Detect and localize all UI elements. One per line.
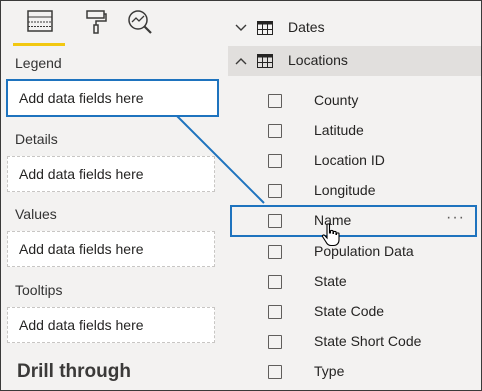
field-label: County [314, 92, 359, 108]
table-locations[interactable]: Locations [228, 46, 481, 76]
field-row-state-code[interactable]: State Code [228, 297, 481, 327]
field-checkbox[interactable] [268, 184, 282, 198]
drill-through-heading: Drill through [17, 361, 131, 382]
visualizations-pane: Legend Add data fields here Details Add … [1, 1, 228, 390]
field-label: Latitude [314, 122, 364, 138]
table-name: Locations [288, 52, 348, 68]
legend-label: Legend [15, 55, 62, 71]
field-row-name[interactable]: Name ··· [230, 205, 477, 237]
field-checkbox[interactable] [268, 214, 282, 228]
field-row-latitude[interactable]: Latitude [228, 116, 481, 146]
legend-well[interactable]: Add data fields here [6, 79, 219, 117]
table-name: Dates [288, 19, 325, 35]
field-checkbox[interactable] [268, 94, 282, 108]
tooltips-label: Tooltips [15, 282, 63, 298]
field-label: State Code [314, 303, 385, 319]
field-checkbox[interactable] [268, 245, 282, 259]
details-label: Details [15, 131, 58, 147]
table-dates[interactable]: Dates [228, 13, 481, 43]
field-checkbox[interactable] [268, 335, 282, 349]
field-checkbox[interactable] [268, 365, 282, 379]
fields-table-icon[interactable] [25, 7, 55, 37]
fields-list: Dates Locations County Latitude Location… [228, 1, 481, 390]
details-well[interactable]: Add data fields here [7, 156, 215, 192]
field-row-population-data[interactable]: Population Data [228, 237, 481, 267]
field-checkbox[interactable] [268, 305, 282, 319]
field-checkbox[interactable] [268, 275, 282, 289]
field-row-location-id[interactable]: Location ID [228, 146, 481, 176]
field-checkbox[interactable] [268, 154, 282, 168]
format-paintroller-icon[interactable] [81, 7, 111, 37]
values-label: Values [15, 206, 57, 222]
analytics-magnifier-icon[interactable] [125, 7, 155, 37]
field-label: Type [314, 363, 345, 379]
field-label: State [314, 273, 347, 289]
active-tab-indicator [13, 43, 65, 46]
values-well[interactable]: Add data fields here [7, 231, 215, 267]
field-label: State Short Code [314, 333, 422, 349]
field-row-county[interactable]: County [228, 86, 481, 116]
field-row-type[interactable]: Type [228, 357, 481, 387]
fields-pane-screenshot: Legend Add data fields here Details Add … [0, 0, 482, 391]
field-label: Location ID [314, 152, 385, 168]
table-icon [257, 21, 273, 35]
field-label: Longitude [314, 182, 376, 198]
field-checkbox[interactable] [268, 124, 282, 138]
more-options-icon[interactable]: ··· [446, 209, 465, 227]
chevron-down-icon[interactable] [234, 21, 248, 35]
field-row-longitude[interactable]: Longitude [228, 176, 481, 206]
viz-tab-bar [13, 7, 223, 47]
hand-cursor-icon [321, 223, 340, 247]
chevron-up-icon[interactable] [234, 54, 248, 68]
field-row-state[interactable]: State [228, 267, 481, 297]
field-row-state-short-code[interactable]: State Short Code [228, 327, 481, 357]
table-icon [257, 54, 273, 68]
tooltips-well[interactable]: Add data fields here [7, 307, 215, 343]
